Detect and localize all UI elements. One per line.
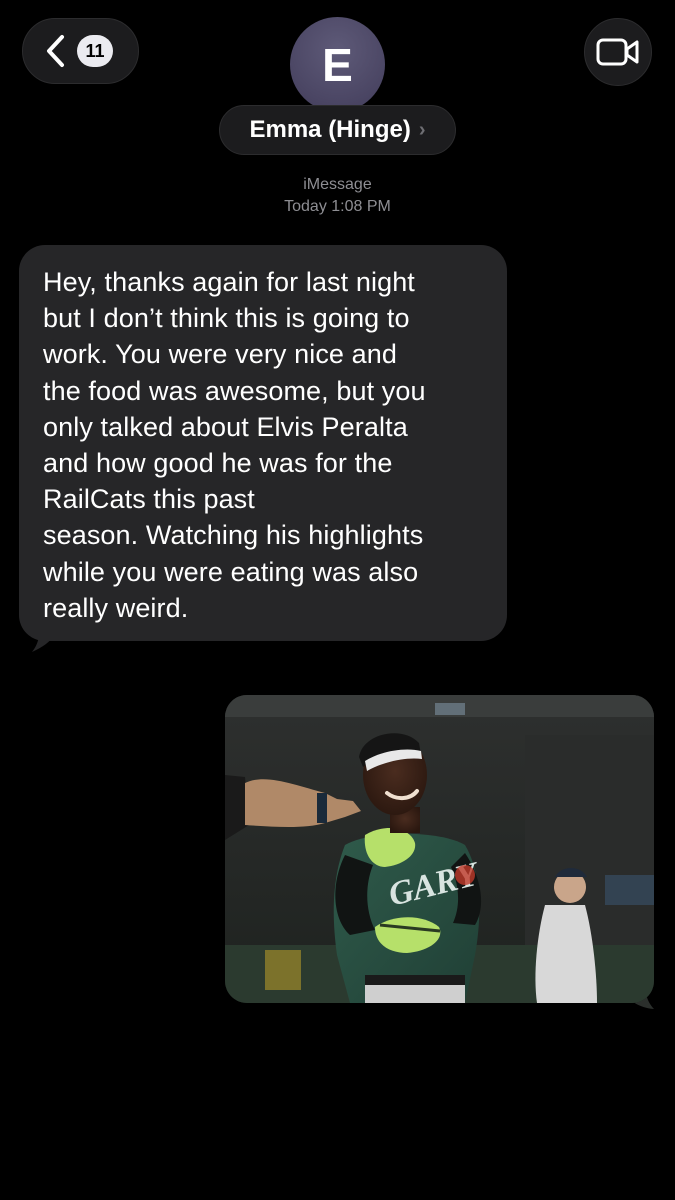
contact-name: Emma (Hinge) xyxy=(249,116,411,143)
incoming-message-bubble[interactable]: Hey, thanks again for last night but I d… xyxy=(19,245,507,641)
chevron-right-icon: › xyxy=(418,118,426,141)
back-button[interactable]: 11 xyxy=(22,18,139,84)
contact-name-button[interactable]: Emma (Hinge) › xyxy=(219,105,456,155)
message-line: only talked about Elvis Peralta xyxy=(43,411,408,442)
contact-avatar[interactable]: E xyxy=(290,17,385,112)
message-line: while you were eating was also xyxy=(43,556,419,587)
outgoing-photo-message[interactable]: GARY xyxy=(225,695,654,1003)
unread-count-badge: 11 xyxy=(77,35,113,67)
message-line: but I don’t think this is going to xyxy=(43,303,410,334)
messages-screen: 11 E Emma (Hinge) › iMessage Today 1:08 … xyxy=(0,0,675,1200)
message-text: Hey, thanks again for last night but I d… xyxy=(43,264,483,626)
video-camera-icon xyxy=(596,38,639,66)
message-line: and how good he was for the xyxy=(43,448,393,479)
message-line: really weird. xyxy=(43,592,189,623)
service-label: iMessage xyxy=(303,176,372,193)
message-line: RailCats this past xyxy=(43,484,255,515)
message-line: Hey, thanks again for last night xyxy=(43,267,415,297)
message-line: work. You were very nice and xyxy=(43,339,397,370)
message-timestamp: Today 1:08 PM xyxy=(284,198,391,215)
chevron-left-icon xyxy=(47,35,64,67)
message-line: the food was awesome, but you xyxy=(43,375,426,406)
facetime-video-button[interactable] xyxy=(584,18,652,86)
baseball-player-photo: GARY xyxy=(225,695,654,1003)
message-line: season. Watching his highlights xyxy=(43,520,424,551)
